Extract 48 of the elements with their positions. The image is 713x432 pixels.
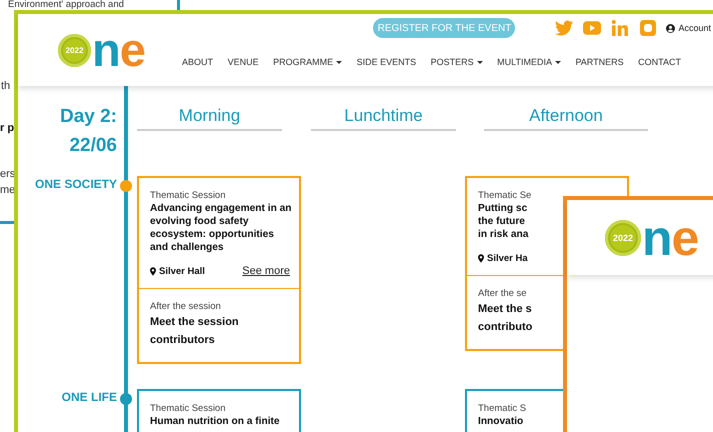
venue-name: Silver Ha bbox=[487, 252, 528, 264]
after-label: After the session bbox=[150, 301, 222, 313]
nav-link[interactable]: PROGRAMME bbox=[273, 57, 342, 67]
page-text: Environment' approach and bbox=[8, 0, 124, 10]
nav-link[interactable]: SIDE EVENTS bbox=[356, 57, 416, 67]
session-title: Innovatio bbox=[478, 415, 524, 428]
nav-link[interactable]: PARTNERS bbox=[575, 57, 624, 67]
day-heading: Day 2: bbox=[58, 106, 117, 128]
caret-icon bbox=[336, 60, 342, 64]
logo-wordmark: ne bbox=[642, 220, 698, 256]
after-label: After the se bbox=[478, 288, 528, 300]
session-type: Thematic Se bbox=[478, 190, 532, 202]
logo-wordmark: ne bbox=[92, 32, 145, 68]
nav-link[interactable]: MULTIMEDIA bbox=[497, 57, 561, 67]
caret-icon bbox=[554, 60, 561, 64]
see-more-link[interactable]: See more bbox=[242, 265, 290, 277]
bird-icon bbox=[555, 20, 574, 36]
venue-name: Silver Hall bbox=[159, 266, 205, 276]
logo-year: 2022 bbox=[66, 46, 84, 54]
session-title: Advancing engagement in an evolving food safety ecosystem: opportunities and challenges bbox=[150, 202, 290, 254]
pin-icon bbox=[478, 254, 484, 262]
session-title: Human nutrition on a finite bbox=[150, 415, 281, 428]
period-heading: Lunchtime bbox=[311, 106, 456, 131]
page-text: r p bbox=[0, 122, 14, 134]
camera-icon bbox=[639, 20, 658, 36]
session-type: Thematic S bbox=[478, 403, 528, 415]
session-type: Thematic Session bbox=[150, 190, 227, 202]
page-text: me bbox=[0, 184, 16, 196]
page-text: th bbox=[1, 80, 10, 92]
caret-icon bbox=[476, 60, 483, 64]
nav-link[interactable]: POSTERS bbox=[430, 57, 483, 67]
video-play-icon bbox=[583, 20, 602, 36]
account-link[interactable]: Account bbox=[666, 23, 711, 33]
nav-link[interactable]: CONTACT bbox=[638, 57, 681, 67]
user-icon bbox=[666, 24, 676, 32]
nav-link[interactable]: ABOUT bbox=[182, 57, 214, 67]
after-title: Meet the s contributo bbox=[478, 302, 534, 335]
nav-link[interactable]: VENUE bbox=[228, 57, 259, 67]
period-heading: Morning bbox=[137, 106, 282, 131]
pin-icon bbox=[150, 266, 156, 276]
day-date: 22/06 bbox=[68, 135, 117, 157]
linkedin-icon bbox=[611, 20, 630, 36]
period-heading: Afternoon bbox=[484, 106, 648, 131]
logo-year: 2022 bbox=[612, 232, 634, 242]
session-type: Thematic Session bbox=[150, 403, 227, 415]
track-name: ONE LIFE bbox=[60, 389, 118, 405]
track-name: ONE SOCIETY bbox=[34, 176, 118, 192]
after-title: Meet the session contributors bbox=[150, 315, 240, 348]
